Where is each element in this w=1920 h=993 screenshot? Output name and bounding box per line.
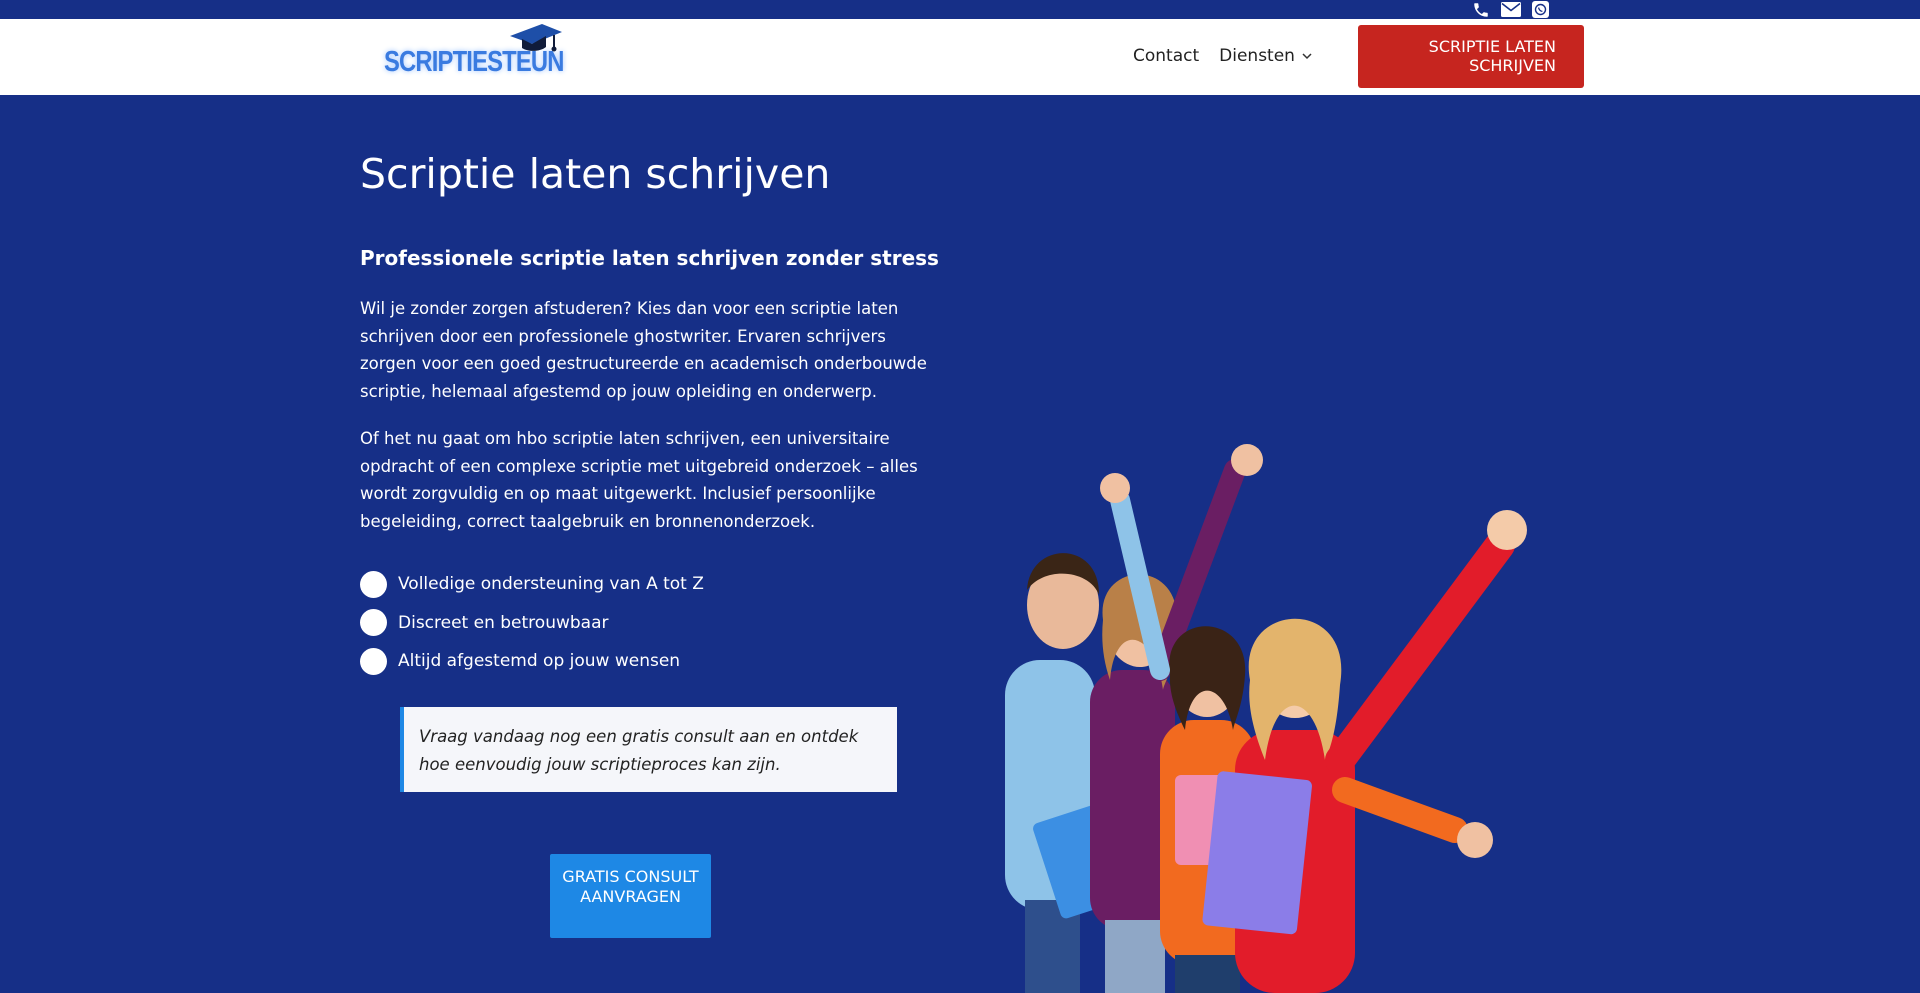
top-utility-bar	[0, 0, 1920, 19]
intro-paragraph: Wil je zonder zorgen afstuderen? Kies da…	[360, 299, 927, 401]
graduation-cap-icon	[510, 24, 562, 52]
whatsapp-icon[interactable]	[1530, 0, 1551, 19]
page-title: Scriptie laten schrijven	[360, 150, 831, 198]
benefit-text: Altijd afgestemd op jouw wensen	[398, 651, 681, 672]
phone-icon[interactable]	[1470, 0, 1491, 19]
nav-diensten[interactable]: Diensten	[1219, 46, 1313, 66]
benefits-list: Volledige ondersteuning van A tot Z Disc…	[360, 565, 704, 681]
mail-icon[interactable]	[1500, 0, 1521, 19]
list-item: Altijd afgestemd op jouw wensen	[360, 642, 704, 681]
list-item: Discreet en betrouwbaar	[360, 604, 704, 643]
site-logo[interactable]: SCRIPTIESTEUN	[380, 22, 564, 82]
free-consult-button[interactable]: GRATIS CONSULT AANVRAGEN	[550, 854, 711, 938]
bullet-circle-icon	[360, 570, 387, 598]
list-item: Volledige ondersteuning van A tot Z	[360, 565, 704, 604]
main-navigation: Contact Diensten	[1133, 46, 1313, 66]
benefit-text: Discreet en betrouwbaar	[398, 612, 609, 633]
nav-contact-label: Contact	[1133, 46, 1200, 66]
consult-quote: Vraag vandaag nog een gratis consult aan…	[400, 707, 897, 792]
site-header: SCRIPTIESTEUN Contact Diensten SCRIPTIE …	[0, 19, 1920, 95]
nav-contact[interactable]: Contact	[1133, 46, 1199, 66]
students-hero-image	[1005, 444, 1527, 993]
header-cta-button[interactable]: SCRIPTIE LATEN SCHRIJVEN	[1358, 25, 1584, 88]
contact-icons	[1470, 0, 1551, 19]
bullet-circle-icon	[360, 609, 387, 637]
bullet-circle-icon	[360, 647, 387, 675]
detail-paragraph: Of het nu gaat om hbo scriptie laten sch…	[360, 429, 918, 531]
student-girl-red	[1202, 510, 1527, 993]
nav-diensten-label: Diensten	[1219, 46, 1295, 66]
hero-subtitle: Professionele scriptie laten schrijven z…	[360, 246, 939, 270]
benefit-text: Volledige ondersteuning van A tot Z	[398, 574, 704, 595]
chevron-down-icon	[1302, 53, 1312, 60]
